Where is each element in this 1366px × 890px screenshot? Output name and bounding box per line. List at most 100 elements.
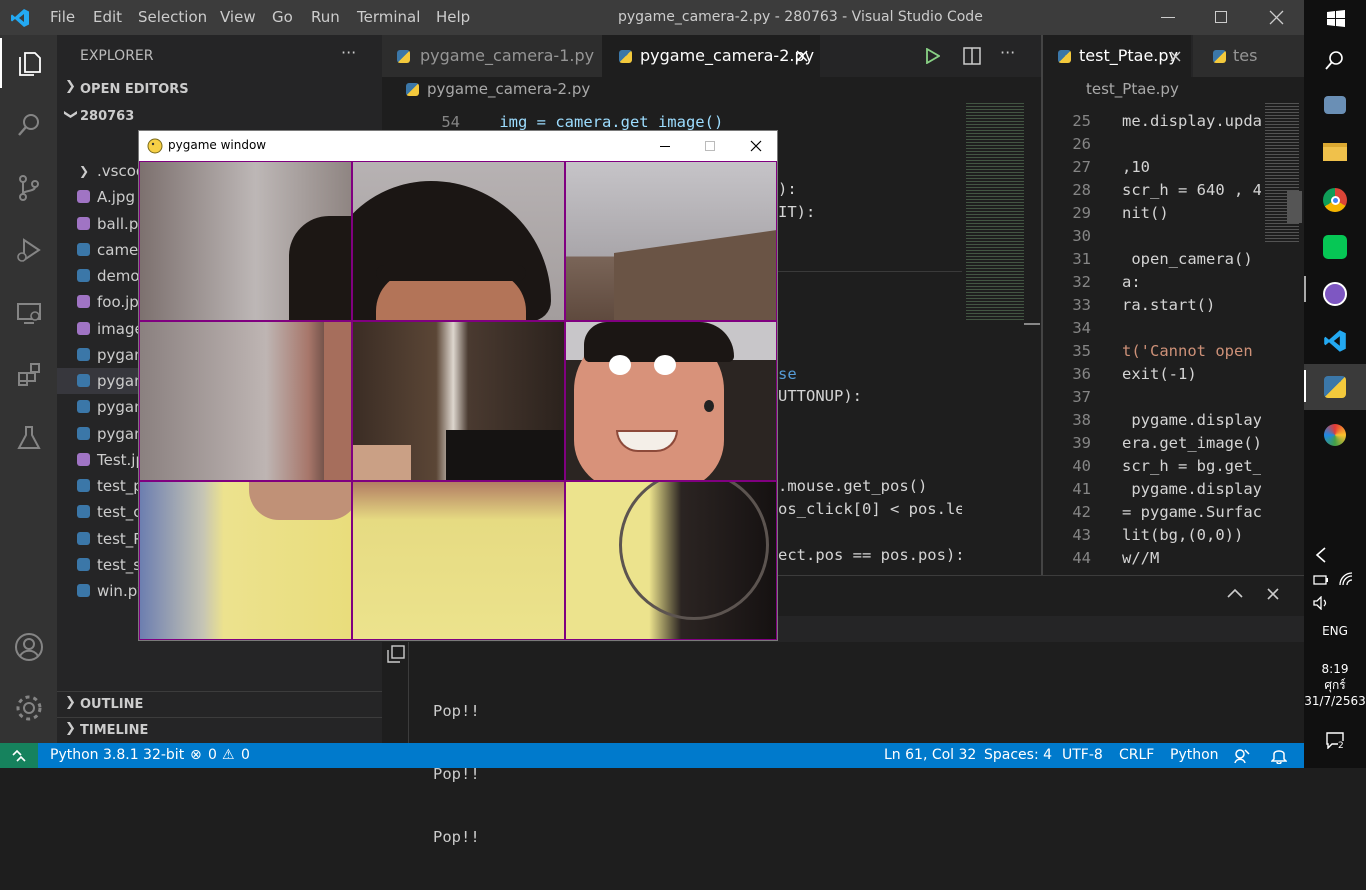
battery-icon[interactable] [1313,574,1329,586]
volume-icon[interactable] [1313,596,1329,610]
tab-pygame-camera-2[interactable]: pygame_camera-2.py [602,35,820,77]
puzzle-tile-4[interactable] [139,320,351,480]
tab-pygame-camera-1[interactable]: pygame_camera-1.py [382,35,602,77]
line-app-icon[interactable] [1318,230,1352,264]
close-tab-icon[interactable] [796,50,808,62]
python-file-icon [397,50,410,63]
code-line: scr_h = bg.get_w [1122,457,1261,475]
run-file-icon[interactable] [926,48,940,64]
line-number: 41 [1072,480,1091,498]
minimize-button[interactable] [1161,17,1175,18]
explorer-more-button[interactable]: ··· [341,43,356,62]
puzzle-tile-1[interactable] [139,161,369,336]
outline-section[interactable]: ❯ OUTLINE [57,693,382,717]
breadcrumb-right: test_Ptae.py [1043,77,1304,101]
puzzle-tile-2[interactable] [351,161,564,320]
source-control-icon[interactable] [0,163,57,213]
tab-test-ptae[interactable]: test_Ptae.py [1043,35,1191,77]
cursor-position[interactable]: Ln 61, Col 32 [884,743,976,768]
puzzle-tile-5[interactable] [351,320,564,480]
puzzle-tile-9[interactable] [564,480,777,640]
menu-run[interactable]: Run [311,0,340,35]
search-icon[interactable] [1325,50,1345,70]
error-count[interactable]: 0 [208,743,217,768]
puzzle-tile-7[interactable] [139,480,351,640]
manage-gear-icon[interactable] [0,683,57,733]
windows-start-icon[interactable] [1327,10,1345,28]
puzzle-tile-6[interactable] [564,320,777,480]
chevron-right-icon: ❯ [65,79,76,94]
extensions-icon[interactable] [0,350,57,400]
menu-go[interactable]: Go [272,0,293,35]
menu-file[interactable]: File [50,0,75,35]
notifications-bell-icon[interactable] [1271,747,1287,764]
breadcrumb-file[interactable]: pygame_camera-2.py [427,80,590,98]
run-debug-icon[interactable] [0,225,57,275]
chrome-icon[interactable] [1318,183,1352,217]
chevron-left-icon[interactable] [1315,547,1327,563]
puzzle-tile-3[interactable] [564,161,777,320]
encoding[interactable]: UTF-8 [1062,743,1103,768]
breadcrumb-file[interactable]: test_Ptae.py [1086,80,1179,98]
tab-test-truncated[interactable]: tes [1193,35,1304,77]
cat-app-icon[interactable] [1318,277,1352,311]
language-indicator[interactable]: ENG [1304,624,1366,638]
pygame-titlebar[interactable]: pygame window [139,131,777,161]
file-explorer-icon[interactable] [1318,135,1352,169]
close-window-button[interactable] [1269,10,1284,25]
open-editors-section[interactable]: ❯ OPEN EDITORS [57,78,382,102]
python-file-icon [77,269,90,282]
clock[interactable]: 8:19 ศุกร์ 31/7/2563 [1304,661,1366,709]
wifi-icon[interactable] [1339,572,1355,586]
python-file-icon [77,479,90,492]
editor-more-button[interactable]: ··· [1000,43,1015,62]
line-ending[interactable]: CRLF [1119,743,1154,768]
menu-view[interactable]: View [220,0,256,35]
remote-indicator[interactable] [0,743,38,768]
vscode-taskbar-icon[interactable] [1318,324,1352,358]
python-file-icon [77,426,90,440]
language-mode[interactable]: Python [1170,743,1219,768]
maximize-button[interactable] [1215,11,1227,23]
minimap[interactable] [962,101,1042,581]
split-editor-icon[interactable] [963,47,981,65]
menu-help[interactable]: Help [436,0,470,35]
copy-icon[interactable] [387,645,405,663]
close-window-button[interactable] [750,140,762,152]
python-interpreter[interactable]: Python 3.8.1 32-bit [50,743,184,768]
code-line: ,10 [1122,158,1150,176]
search-icon[interactable] [0,100,57,150]
puzzle-tile-8[interactable] [351,480,564,640]
menu-edit[interactable]: Edit [93,0,122,35]
open-editors-label: OPEN EDITORS [80,82,189,97]
errors-icon[interactable]: ⊗ [190,743,202,768]
code-editor-right[interactable]: 25 me.display.upda 26 27 ,10 28 scr_h = 640 , … [1043,101,1261,575]
accounts-icon[interactable] [0,622,57,672]
remote-explorer-icon[interactable] [0,288,57,338]
folder-section[interactable]: ❯ 280763 [57,105,382,129]
menu-terminal[interactable]: Terminal [357,0,420,35]
vscode-logo-icon [11,9,29,27]
close-panel-icon[interactable] [1267,588,1279,600]
minimap-right[interactable] [1261,101,1304,575]
warning-count[interactable]: 0 [241,743,250,768]
feedback-icon[interactable] [1234,748,1250,764]
camera-app-icon[interactable] [1318,88,1352,122]
camera-puzzle-canvas[interactable] [139,161,777,640]
grid-line [139,320,777,322]
pygame-window[interactable]: pygame window [138,130,778,641]
chevron-up-icon[interactable] [1227,588,1243,598]
python-taskbar-icon[interactable] [1318,370,1352,404]
timeline-section[interactable]: ❯ TIMELINE [57,719,382,743]
testing-flask-icon[interactable] [0,413,57,463]
indentation[interactable]: Spaces: 4 [984,743,1052,768]
close-tab-icon[interactable] [1170,51,1181,62]
menu-selection[interactable]: Selection [138,0,207,35]
warning-icon[interactable]: ⚠ [222,743,235,768]
code-line: t('Cannot open c [1122,342,1261,360]
paint-app-icon[interactable] [1318,418,1352,452]
explorer-icon[interactable] [0,38,57,88]
maximize-button[interactable] [705,141,715,151]
minimize-button[interactable] [660,146,670,147]
chevron-right-icon: ❯ [65,721,76,736]
